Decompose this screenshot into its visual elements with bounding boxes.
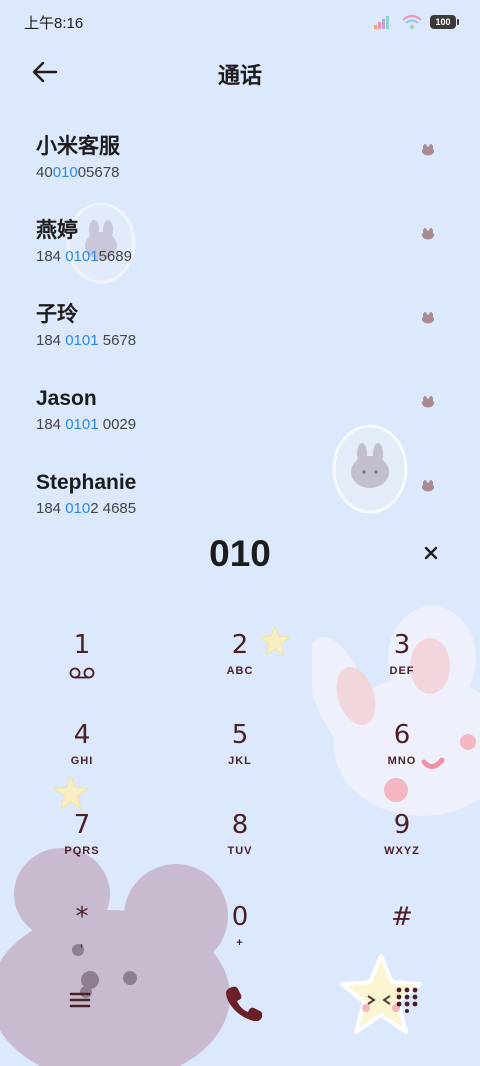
contact-details-icon[interactable] — [420, 228, 436, 240]
number-prefix: 184 — [36, 500, 66, 517]
key-letters: WXYZ — [384, 845, 420, 857]
contact-number: 4001005678 — [36, 162, 480, 184]
menu-icon[interactable] — [64, 985, 96, 1015]
contact-item[interactable]: 子玲 184 0101 5678 — [0, 294, 480, 378]
header: 通话 — [0, 52, 480, 92]
contact-details-icon[interactable] — [420, 480, 436, 492]
contact-number: 184 0102 4685 — [36, 498, 480, 520]
number-match-highlight: 0101 — [65, 332, 99, 349]
key-digit: 0 — [231, 902, 249, 932]
contact-suggestion-list: 小米客服 4001005678 燕婷 184 01015689 子玲 184 0… — [0, 126, 480, 546]
number-suffix: 05678 — [77, 164, 120, 181]
signal-icon — [374, 16, 389, 29]
contact-name: Stephanie — [36, 471, 137, 494]
contact-item[interactable]: 燕婷 184 01015689 — [0, 210, 480, 294]
contact-name: 子玲 — [36, 303, 78, 326]
key-8[interactable]: 8 TUV — [180, 808, 300, 888]
contact-details-icon[interactable] — [420, 144, 436, 156]
status-icons: 100 — [374, 15, 459, 29]
key-digit: 4 — [73, 720, 91, 750]
key-letters: DEF — [389, 665, 415, 677]
number-match-highlight: 0101 — [65, 248, 99, 265]
status-bar: 上午8:16 100 — [0, 0, 480, 44]
page-title: 通话 — [217, 63, 262, 88]
contact-number: 184 0101 0029 — [36, 414, 480, 436]
key-digit: 6 — [393, 720, 411, 750]
number-suffix: 5689 — [98, 248, 132, 265]
key-6[interactable]: 6 MNO — [342, 718, 462, 798]
number-prefix: 40 — [36, 164, 53, 181]
key-5[interactable]: 5 JKL — [180, 718, 300, 798]
number-suffix: 2 4685 — [90, 500, 137, 517]
key-1[interactable]: 1 — [22, 628, 142, 708]
number-prefix: 184 — [36, 248, 66, 265]
wifi-icon — [402, 15, 422, 29]
key-star[interactable]: * , — [22, 900, 142, 980]
close-icon[interactable] — [418, 540, 444, 566]
key-digit: # — [391, 902, 413, 932]
key-9[interactable]: 9 WXYZ — [342, 808, 462, 888]
contact-name: 燕婷 — [36, 219, 78, 242]
number-prefix: 184 — [36, 416, 66, 433]
number-suffix: 0029 — [98, 416, 137, 433]
key-letters: JKL — [228, 755, 252, 767]
key-7[interactable]: 7 PQRS — [22, 808, 142, 888]
battery-icon: 100 — [430, 15, 459, 29]
voicemail-icon — [69, 667, 95, 679]
number-prefix: 184 — [36, 332, 66, 349]
key-letters: PQRS — [64, 845, 100, 857]
key-letters: MNO — [387, 755, 417, 767]
dialed-number-display[interactable]: 010 — [0, 530, 480, 578]
contact-name: 小米客服 — [36, 135, 120, 158]
number-match-highlight: 0101 — [65, 416, 99, 433]
contact-item[interactable]: Jason 184 0101 0029 — [0, 378, 480, 462]
status-time: 上午8:16 — [24, 14, 84, 32]
key-letters: + — [236, 937, 244, 949]
contact-name: Jason — [36, 387, 97, 410]
key-digit: 8 — [231, 810, 249, 840]
contact-number: 184 0101 5678 — [36, 330, 480, 352]
key-3[interactable]: 3 DEF — [342, 628, 462, 708]
contact-details-icon[interactable] — [420, 396, 436, 408]
key-0[interactable]: 0 + — [180, 900, 300, 980]
key-digit: 2 — [231, 630, 249, 660]
key-letters: , — [79, 937, 85, 949]
key-letters: GHI — [70, 755, 94, 767]
number-match-highlight: 010 — [52, 164, 78, 181]
key-digit: 3 — [393, 630, 411, 660]
contact-number: 184 01015689 — [36, 246, 480, 268]
key-digit: 7 — [73, 810, 91, 840]
key-2[interactable]: 2 ABC — [180, 628, 300, 708]
contact-item[interactable]: 小米客服 4001005678 — [0, 126, 480, 210]
number-suffix: 5678 — [98, 332, 137, 349]
key-digit: 5 — [231, 720, 249, 750]
phone-icon[interactable] — [224, 983, 262, 1021]
key-letters: TUV — [227, 845, 253, 857]
number-match-highlight: 010 — [65, 500, 91, 517]
key-letters: ABC — [226, 665, 254, 677]
contact-details-icon[interactable] — [420, 312, 436, 324]
key-hash[interactable]: # — [342, 900, 462, 980]
key-digit: 1 — [73, 630, 91, 660]
key-4[interactable]: 4 GHI — [22, 718, 142, 798]
key-digit: 9 — [393, 810, 411, 840]
dialpad-icon[interactable] — [394, 985, 420, 1013]
key-digit: * — [75, 902, 89, 932]
